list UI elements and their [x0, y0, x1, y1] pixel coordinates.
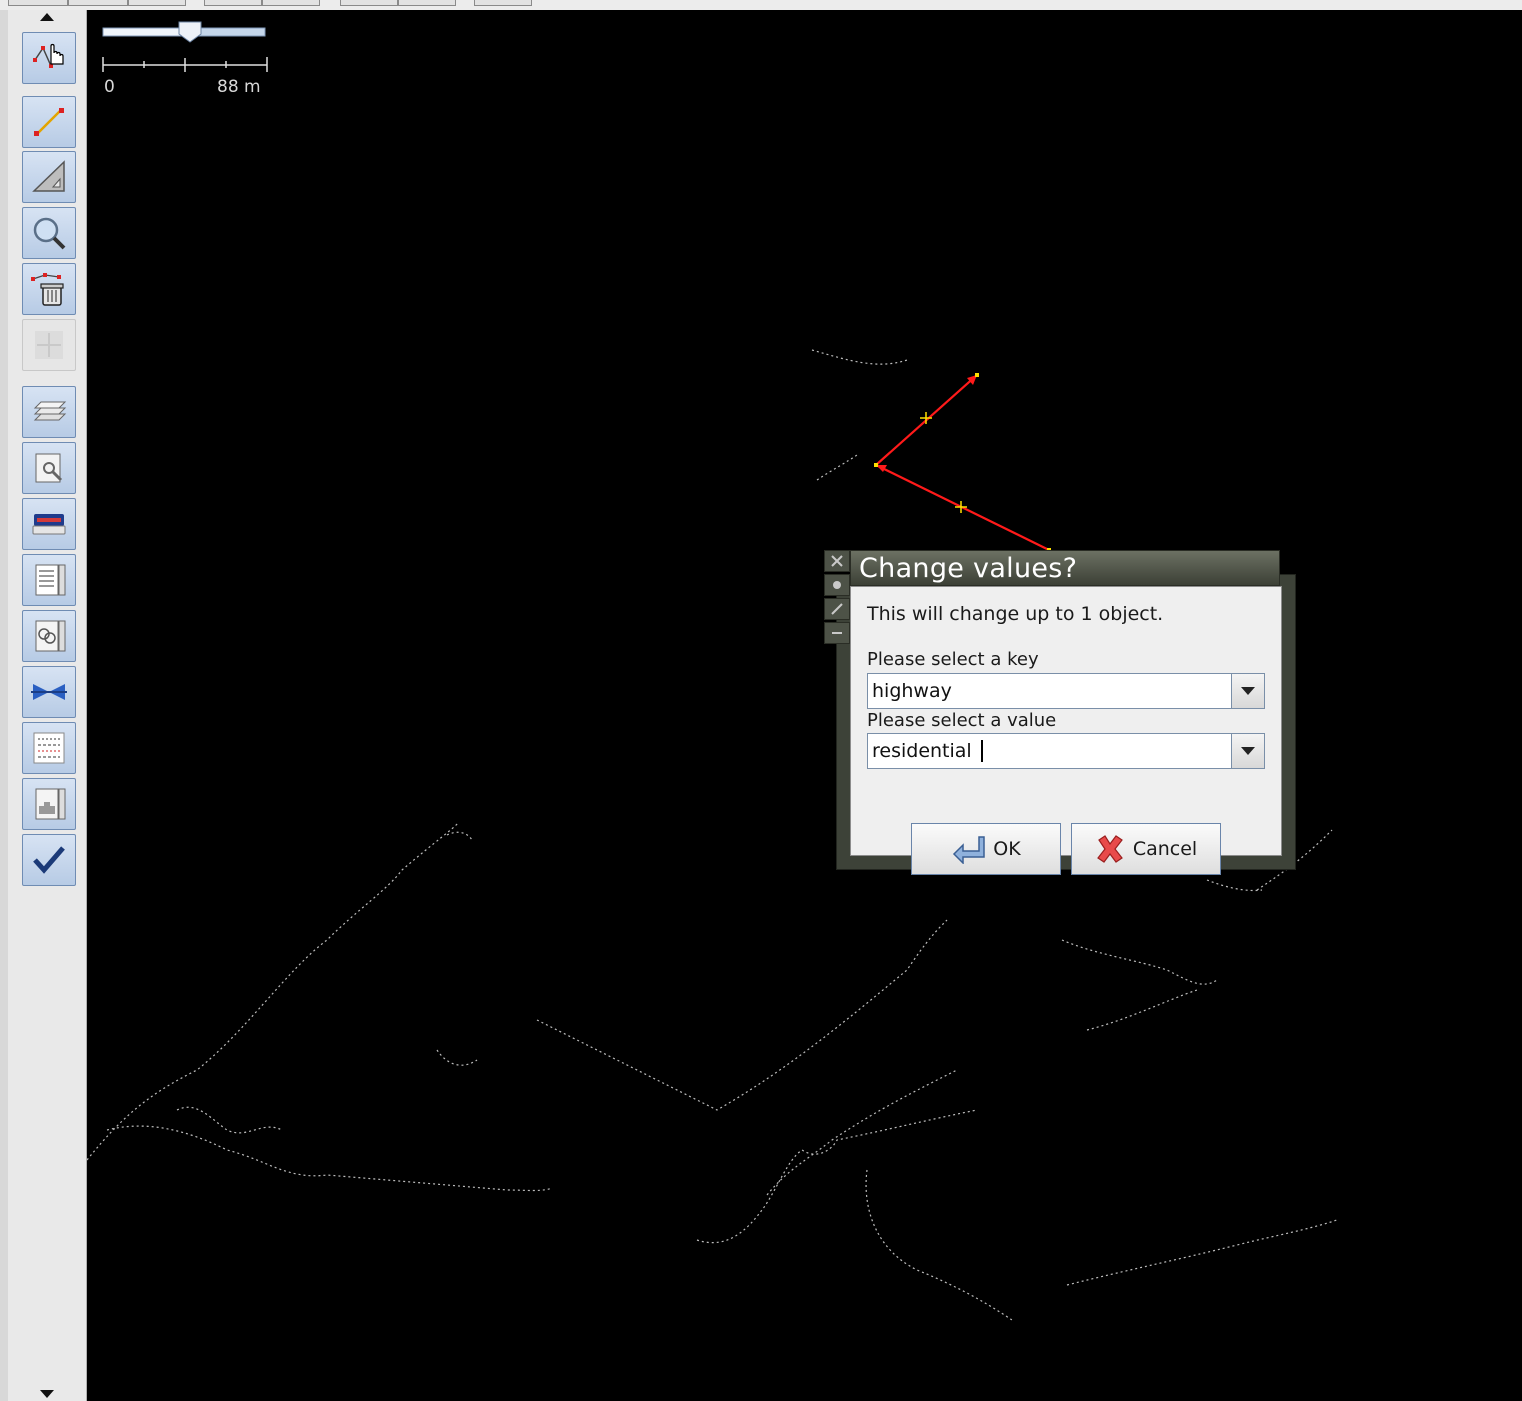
scale-bar [102, 57, 268, 72]
map-canvas[interactable]: 0 88 m [87, 10, 1522, 1401]
relations-button[interactable] [22, 554, 76, 606]
midpoint-marker[interactable] [920, 412, 932, 424]
conflict-button[interactable] [22, 666, 76, 718]
cancel-button-label: Cancel [1132, 838, 1198, 860]
top-toolbar-button[interactable] [8, 0, 68, 6]
select-tool-icon [33, 43, 64, 68]
cancel-x-icon [1096, 835, 1123, 863]
dialog-maximize-button[interactable] [824, 598, 850, 620]
history-button[interactable] [22, 722, 76, 774]
dialog-message: This will change up to 1 object. [867, 603, 1164, 625]
change-values-dialog: Change values? This will change up to 1 … [824, 548, 1296, 875]
delete-tool-icon [31, 273, 64, 306]
key-combobox[interactable]: highway [867, 673, 1265, 709]
chevron-down-icon [1241, 747, 1255, 755]
minimize-icon [832, 632, 842, 634]
top-toolbar-button[interactable] [474, 0, 532, 6]
properties-icon [35, 453, 63, 483]
value-label: Please select a value [867, 710, 1057, 731]
top-toolbar-button[interactable] [262, 0, 320, 6]
toolbar-scroll-down-button[interactable] [8, 1387, 86, 1401]
key-label: Please select a key [867, 649, 1039, 670]
filter-button[interactable] [22, 778, 76, 830]
way-node[interactable] [975, 373, 979, 377]
value-dropdown-button[interactable] [1231, 734, 1264, 768]
validate-button[interactable] [22, 834, 76, 886]
measure-tool-button[interactable] [22, 151, 76, 203]
close-icon [831, 555, 843, 567]
dialog-title-bar[interactable]: Change values? [850, 550, 1280, 586]
dialog-title: Change values? [859, 553, 1078, 584]
imagery-icon [32, 514, 66, 535]
selected-way[interactable] [874, 373, 1051, 552]
ok-button[interactable]: OK [911, 823, 1061, 875]
circle-icon [833, 581, 841, 589]
left-toolbar [8, 10, 87, 1401]
top-toolbar-button[interactable] [128, 0, 186, 6]
zoom-tool-icon [33, 217, 66, 250]
value-combobox[interactable]: residential [867, 733, 1265, 769]
arrow-down-icon [40, 1390, 54, 1398]
top-toolbar-button[interactable] [204, 0, 262, 6]
dialog-shade-button[interactable] [824, 574, 850, 596]
maximize-icon [831, 603, 843, 615]
midpoint-marker[interactable] [955, 501, 967, 513]
checkmark-icon [33, 846, 65, 874]
dialog-close-button[interactable] [824, 550, 850, 572]
conflict-icon [31, 684, 67, 700]
dialog-content: This will change up to 1 object. Please … [850, 586, 1282, 875]
toolbar-scroll-up-button[interactable] [8, 10, 86, 24]
imagery-button[interactable] [22, 498, 76, 550]
parallel-tool-button[interactable] [22, 319, 76, 371]
top-toolbar-button[interactable] [68, 0, 128, 6]
draw-tool-icon [34, 108, 64, 136]
layers-button[interactable] [22, 386, 76, 438]
dialog-minimize-button[interactable] [824, 622, 850, 644]
draw-tool-button[interactable] [22, 96, 76, 148]
zoom-slider[interactable] [102, 21, 266, 43]
zoom-slider-thumb[interactable] [178, 21, 202, 43]
value-combobox-value[interactable]: residential [872, 740, 972, 762]
text-caret [981, 740, 983, 762]
way-node[interactable] [874, 463, 878, 467]
selection-list-icon [35, 620, 66, 652]
key-dropdown-button[interactable] [1231, 674, 1264, 708]
selection-list-button[interactable] [22, 610, 76, 662]
layers-icon [33, 401, 67, 421]
filter-icon [35, 788, 66, 820]
properties-button[interactable] [22, 442, 76, 494]
measure-tool-icon [32, 160, 65, 192]
arrow-up-icon [40, 13, 54, 21]
scale-end-label: 88 m [217, 77, 261, 97]
select-tool-button[interactable] [22, 32, 76, 84]
history-icon [33, 732, 65, 764]
cancel-button[interactable]: Cancel [1071, 823, 1221, 875]
top-toolbar-button[interactable] [398, 0, 456, 6]
relations-icon [35, 564, 66, 596]
zoom-tool-button[interactable] [22, 207, 76, 259]
key-combobox-value: highway [872, 680, 952, 702]
enter-arrow-icon [953, 836, 986, 864]
ok-button-label: OK [993, 838, 1021, 860]
top-toolbar-button[interactable] [340, 0, 398, 6]
chevron-down-icon [1241, 687, 1255, 695]
delete-tool-button[interactable] [22, 263, 76, 315]
parallel-tool-icon [35, 331, 63, 359]
map-view[interactable]: 0 88 m [87, 10, 1522, 1401]
scale-start-label: 0 [104, 77, 115, 97]
